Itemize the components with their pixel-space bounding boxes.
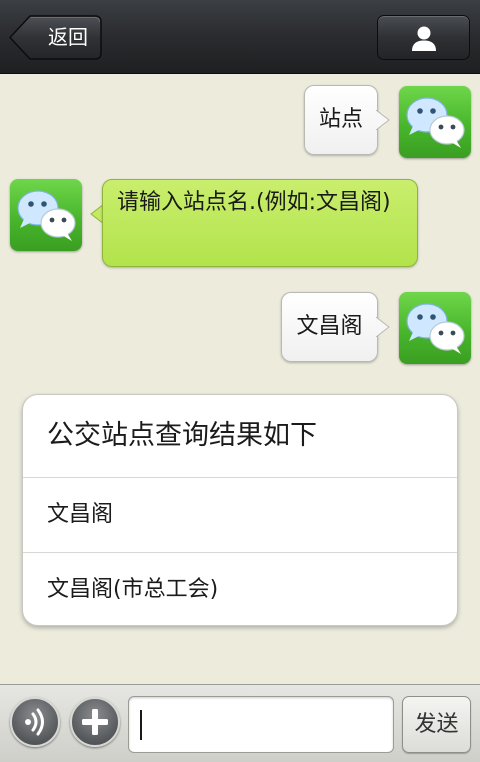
message-input[interactable]: [128, 696, 394, 753]
result-item[interactable]: 文昌阁: [47, 478, 447, 552]
plus-icon: [82, 709, 108, 735]
chat-area: 站点 请输入站点名.(例如:文昌阁) 文昌阁 公交站点查询结果如下 文昌阁 文昌…: [0, 74, 480, 684]
result-card-title: 公交站点查询结果如下: [47, 420, 317, 451]
bubble-tail: [376, 317, 390, 337]
message-text: 站点: [319, 107, 364, 132]
wechat-logo-icon: [406, 303, 465, 354]
message-input-bar: 发送: [0, 684, 480, 762]
person-icon: [412, 26, 436, 51]
bubble-tail: [376, 110, 390, 130]
add-button[interactable]: [70, 697, 120, 747]
message-text: 文昌阁: [296, 314, 363, 339]
wechat-logo-icon: [17, 190, 76, 241]
bus-stop-result-card: 公交站点查询结果如下 文昌阁 文昌阁(市总工会): [22, 394, 458, 626]
send-button[interactable]: 发送: [402, 696, 471, 753]
bot-avatar[interactable]: [10, 179, 82, 251]
wechat-logo-icon: [406, 97, 465, 148]
voice-button[interactable]: [10, 697, 60, 747]
message-bubble-received[interactable]: 请输入站点名.(例如:文昌阁): [102, 179, 418, 267]
profile-button[interactable]: [377, 15, 470, 60]
back-button-label: 返回: [48, 25, 88, 49]
my-avatar[interactable]: [399, 86, 471, 158]
message-bubble-sent[interactable]: 站点: [304, 85, 378, 155]
back-button[interactable]: 返回: [8, 15, 102, 60]
my-avatar[interactable]: [399, 292, 471, 364]
message-text: 请输入站点名.(例如:文昌阁): [117, 190, 391, 215]
voice-icon: [25, 708, 44, 736]
text-caret: [140, 710, 142, 740]
result-item[interactable]: 文昌阁(市总工会): [47, 553, 447, 625]
title-bar: 返回: [0, 0, 480, 74]
message-bubble-sent[interactable]: 文昌阁: [281, 292, 378, 362]
